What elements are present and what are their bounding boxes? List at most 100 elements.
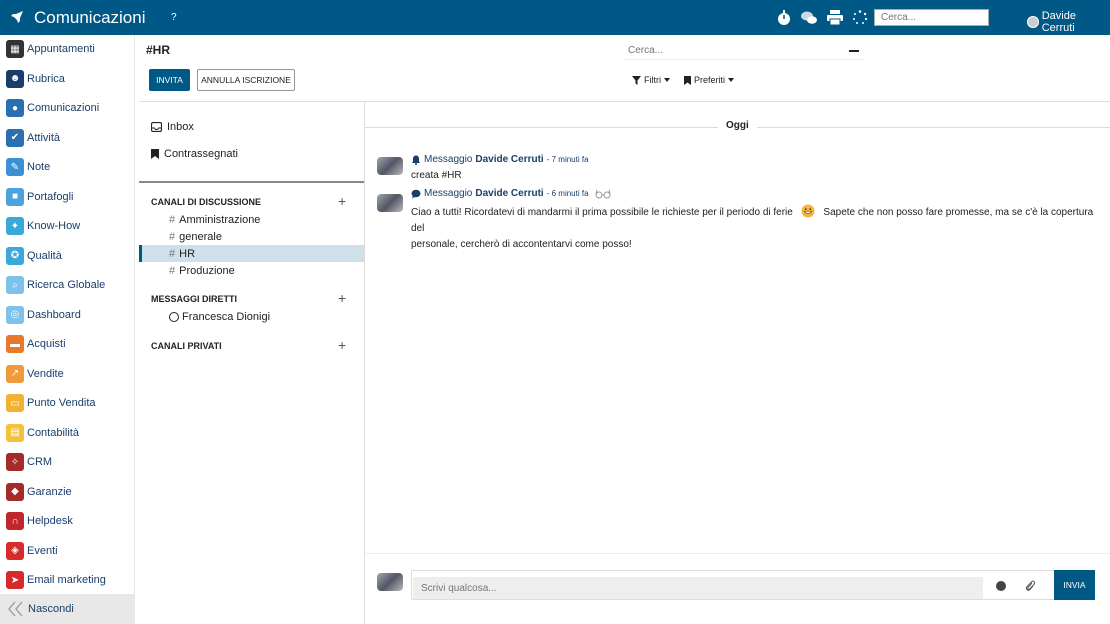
user-name: Davide Cerruti	[1041, 10, 1076, 34]
hide-sidebar-button[interactable]: Nascondi	[0, 594, 135, 624]
add-direct-message-button[interactable]: +	[338, 291, 346, 305]
message-author[interactable]: Davide Cerruti	[475, 154, 543, 165]
favorites-dropdown[interactable]: Preferiti	[684, 75, 735, 85]
send-button[interactable]: INVIA	[1054, 570, 1095, 600]
read-receipt-glasses-icon[interactable]	[595, 189, 611, 199]
user-menu[interactable]: Davide Cerruti	[1027, 10, 1110, 34]
channel-item[interactable]: # generale	[139, 228, 364, 245]
chat-icon: ●	[6, 99, 24, 117]
sidebar-item-appuntamenti[interactable]: ▦ Appuntamenti	[0, 38, 135, 60]
filters-dropdown[interactable]: Filtri	[632, 75, 670, 85]
timer-icon[interactable]	[776, 9, 794, 26]
sidebar-item-attivit[interactable]: ✔ Attività	[0, 127, 135, 149]
invite-button[interactable]: INVITA	[149, 69, 190, 91]
sidebar-item-rubrica[interactable]: ☻ Rubrica	[0, 68, 135, 90]
contacts-icon: ☻	[6, 69, 24, 88]
funnel-icon	[632, 75, 641, 85]
message-input[interactable]	[413, 577, 983, 599]
unsubscribe-button[interactable]: ANNULLA ISCRIZIONE	[197, 69, 295, 91]
bulb-icon: ✦	[6, 217, 24, 235]
note-icon: ✎	[6, 158, 24, 176]
sidebar-item-dashboard[interactable]: ◎ Dashboard	[0, 304, 135, 326]
rocket-icon[interactable]	[10, 10, 24, 24]
sidebar-item-contabilit[interactable]: ▤ Contabilità	[0, 422, 135, 444]
sidebar-item-note[interactable]: ✎ Note	[0, 156, 135, 178]
bookmark-icon	[684, 75, 691, 85]
sidebar-item-crm[interactable]: ✧ CRM	[0, 451, 135, 473]
sidebar-item-vendite[interactable]: ↗ Vendite	[0, 363, 135, 385]
day-separator: Oggi	[718, 120, 757, 131]
sidebar-item-eventi[interactable]: ◈ Eventi	[0, 540, 135, 562]
channel-label: HR	[179, 247, 196, 260]
sidebar-item-acquisti[interactable]: ▬ Acquisti	[0, 333, 135, 355]
bookmark-icon	[151, 149, 159, 159]
sidebar-item-punto-vendita[interactable]: ▭ Punto Vendita	[0, 392, 135, 414]
starred-link[interactable]: Contrassegnati	[151, 148, 238, 160]
divider	[139, 101, 1110, 102]
sidebar-item-portafogli[interactable]: ■ Portafogli	[0, 186, 135, 208]
message-type: Messaggio	[424, 188, 473, 199]
collapse-icon[interactable]	[849, 50, 859, 52]
sidebar-item-know-how[interactable]: ✦ Know-How	[0, 215, 135, 237]
print-icon[interactable]	[826, 9, 844, 26]
quality-icon: ✪	[6, 246, 24, 265]
sidebar-item-label: Ricerca Globale	[27, 279, 106, 291]
message-composer: INVIA	[411, 570, 1095, 600]
add-private-channel-button[interactable]: +	[338, 338, 346, 352]
avatar	[1027, 16, 1039, 28]
divider	[364, 101, 365, 624]
message-text: Ciao a tutti! Ricordatevi di mandarmi il…	[411, 207, 793, 218]
sidebar-item-label: Email marketing	[27, 574, 106, 586]
spinner-icon[interactable]	[851, 9, 869, 26]
sidebar-item-label: Appuntamenti	[27, 43, 95, 55]
inbox-label: Inbox	[167, 121, 194, 133]
inbox-link[interactable]: Inbox	[151, 121, 194, 133]
status-circle-icon	[169, 312, 179, 322]
sidebar-item-helpdesk[interactable]: ∩ Helpdesk	[0, 510, 135, 532]
handshake-icon: ✧	[6, 453, 24, 471]
page-title: #HR	[146, 43, 171, 57]
grinning-emoji-icon	[801, 204, 815, 218]
sidebar-item-ricerca-globale[interactable]: ⌕ Ricerca Globale	[0, 274, 135, 296]
sidebar-item-email-marketing[interactable]: ➤ Email marketing	[0, 569, 135, 591]
sidebar-item-garanzie[interactable]: ◆ Garanzie	[0, 481, 135, 503]
app-title: Comunicazioni	[34, 8, 146, 27]
sidebar-item-comunicazioni[interactable]: ● Comunicazioni	[0, 97, 135, 119]
sidebar-item-label: Acquisti	[27, 338, 66, 350]
channel-label: generale	[179, 230, 222, 243]
hash-icon: #	[169, 213, 176, 226]
channel-item[interactable]: # Produzione	[139, 262, 364, 279]
avatar	[377, 157, 403, 175]
favorites-label: Preferiti	[694, 75, 726, 85]
add-channel-button[interactable]: +	[338, 194, 346, 208]
sidebar-item-qualit[interactable]: ✪ Qualità	[0, 245, 135, 267]
channel-label: Produzione	[179, 264, 235, 277]
purchase-icon: ▬	[6, 335, 24, 353]
shield-icon: ◆	[6, 482, 24, 501]
message-author[interactable]: Davide Cerruti	[475, 188, 543, 199]
channel-item-active[interactable]: # HR	[139, 245, 364, 262]
message-text: personale, cercherò di accontentarvi com…	[411, 239, 632, 250]
speech-bubble-icon	[411, 189, 421, 198]
help-button[interactable]: ?	[171, 12, 177, 23]
avatar	[377, 194, 403, 212]
sales-icon: ↗	[6, 364, 24, 383]
sidebar-item-label: Rubrica	[27, 72, 65, 85]
calendar-icon: ▦	[6, 40, 24, 58]
channel-item[interactable]: # Amministrazione	[139, 211, 364, 228]
chat-bubbles-icon[interactable]	[800, 9, 818, 26]
paperclip-icon[interactable]	[1024, 579, 1036, 593]
sidebar-item-label: Dashboard	[27, 308, 81, 321]
message-body: creata #HR	[411, 170, 462, 181]
message-time: - 6 minuti fa	[546, 189, 589, 198]
message-time: - 7 minuti fa	[546, 155, 589, 164]
check-icon: ✔	[6, 128, 24, 147]
caret-down-icon	[728, 78, 735, 82]
sidebar-item-label: Eventi	[27, 544, 58, 557]
global-search-input[interactable]	[874, 9, 989, 26]
hash-icon: #	[169, 264, 176, 277]
bell-icon	[411, 155, 421, 165]
direct-message-item[interactable]: Francesca Dionigi	[169, 311, 270, 323]
message-search-input[interactable]	[625, 42, 863, 60]
emoji-icon[interactable]	[996, 581, 1006, 591]
